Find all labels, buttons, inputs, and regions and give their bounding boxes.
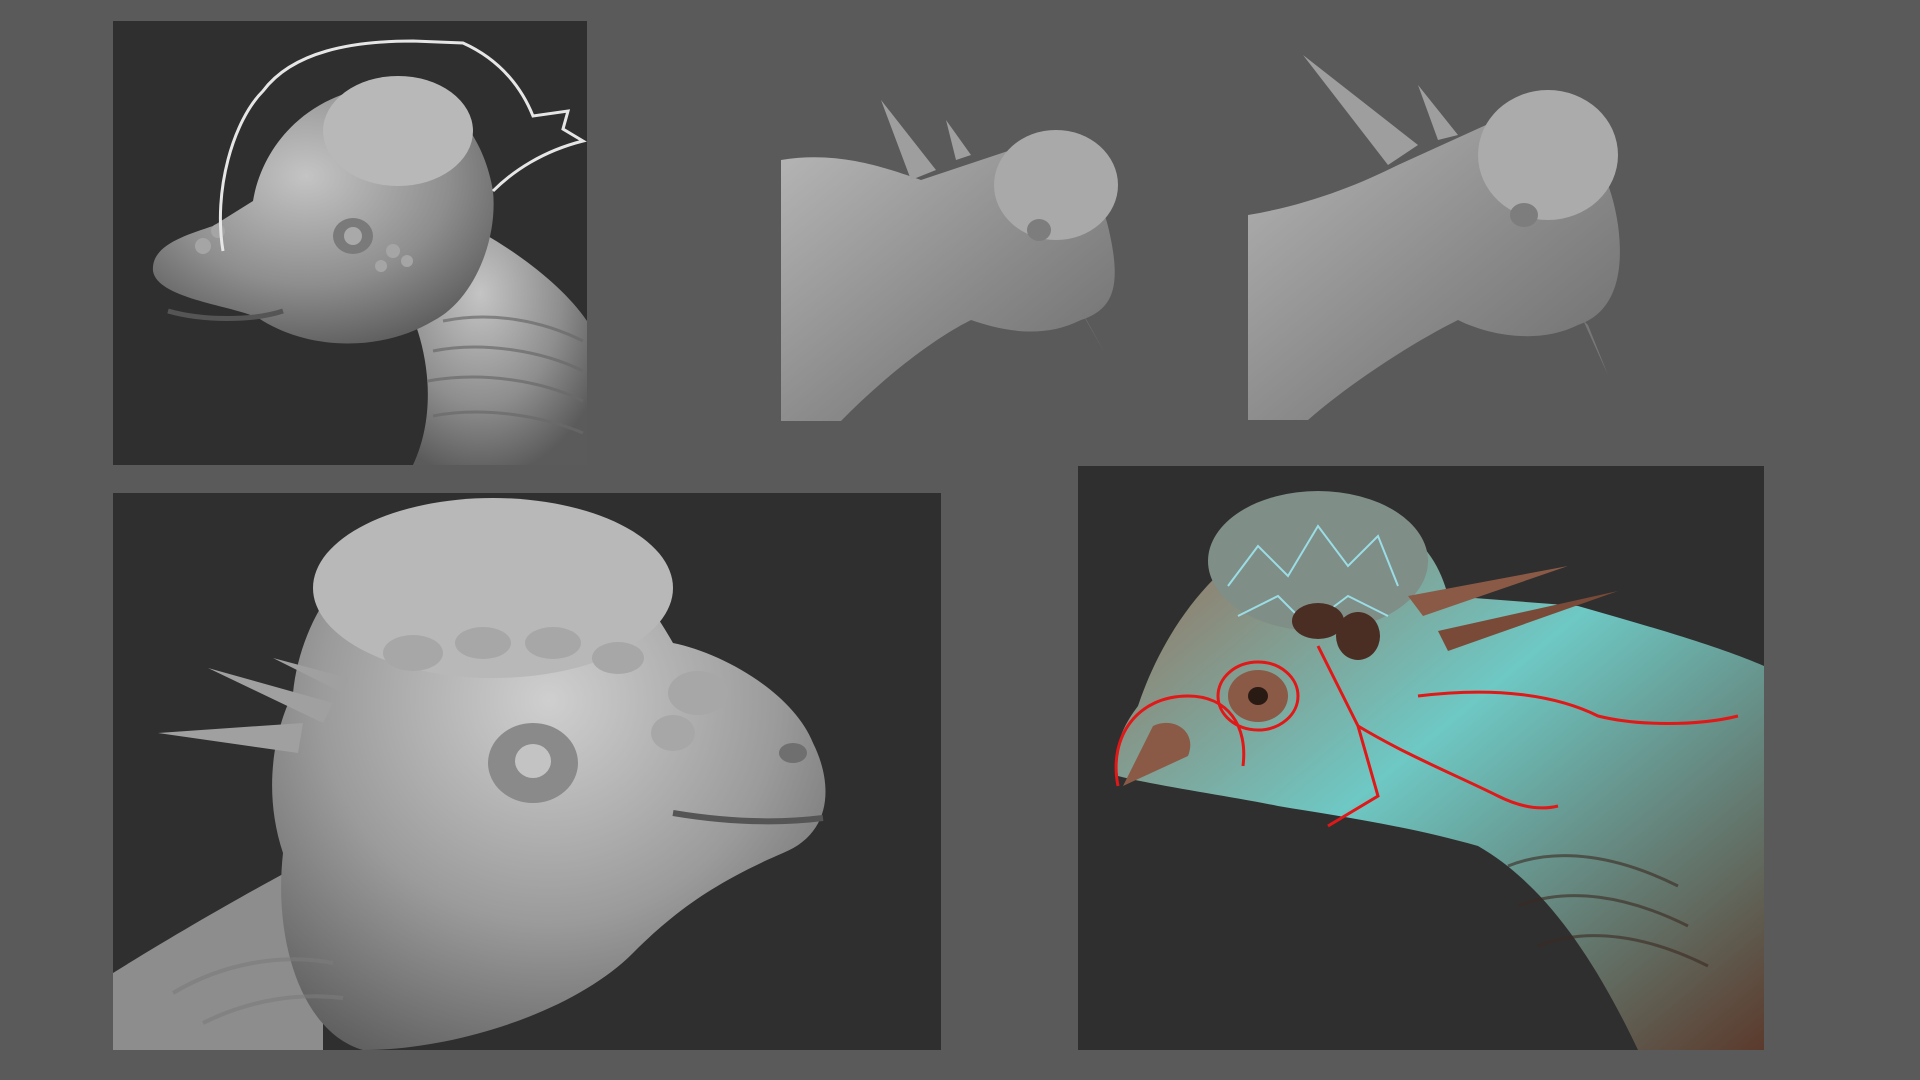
nostril [779, 743, 807, 763]
blockout-a-image [781, 90, 1139, 421]
eye [515, 744, 551, 778]
detailed-sculpt-image [113, 493, 941, 1050]
eye [1248, 687, 1268, 705]
eye [1510, 203, 1538, 227]
eye [1027, 219, 1051, 241]
rough-sculpt-image [113, 21, 587, 465]
skull-dome [323, 76, 473, 186]
blockout-a-panel [781, 90, 1139, 421]
detailed-sculpt-panel [113, 493, 941, 1050]
eye [344, 227, 362, 245]
skull-dome [1478, 90, 1618, 220]
blockout-b-image [1248, 55, 1629, 420]
polypaint-panel [1078, 466, 1764, 1050]
polypaint-image [1078, 466, 1764, 1050]
skull-dome [994, 130, 1118, 240]
horn-base [1336, 612, 1380, 660]
rough-sculpt-panel [113, 21, 587, 465]
blockout-b-panel [1248, 55, 1629, 420]
